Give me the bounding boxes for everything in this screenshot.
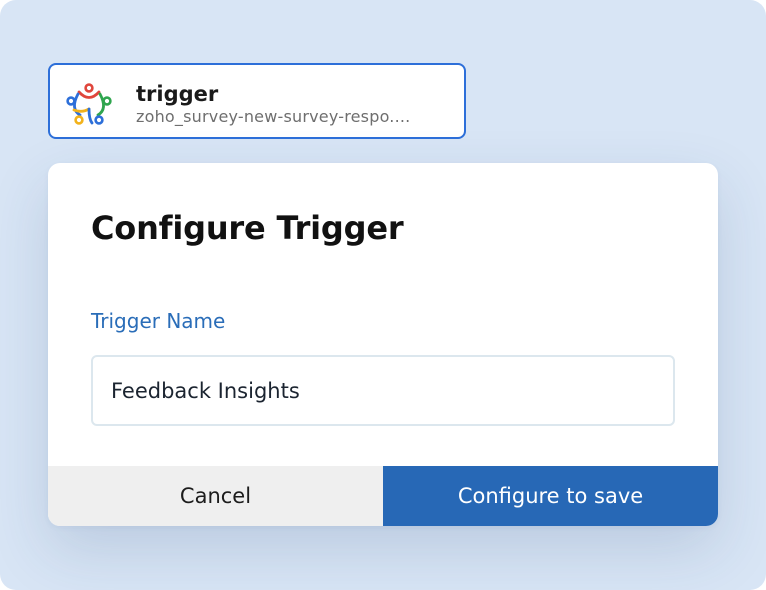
trigger-name-label: Trigger Name — [91, 309, 226, 333]
trigger-subtitle: zoho_survey-new-survey-respo.... — [136, 107, 411, 126]
cancel-button[interactable]: Cancel — [48, 466, 383, 526]
trigger-card[interactable]: trigger zoho_survey-new-survey-respo.... — [48, 63, 466, 139]
configure-to-save-button[interactable]: Configure to save — [383, 466, 718, 526]
zoho-survey-logo-icon — [66, 83, 112, 125]
configure-trigger-dialog: Configure Trigger Trigger Name Cancel Co… — [48, 163, 718, 526]
trigger-name-input[interactable] — [91, 355, 675, 426]
canvas-background: trigger zoho_survey-new-survey-respo....… — [0, 0, 766, 590]
dialog-title: Configure Trigger — [91, 209, 404, 247]
trigger-title: trigger — [136, 82, 219, 106]
